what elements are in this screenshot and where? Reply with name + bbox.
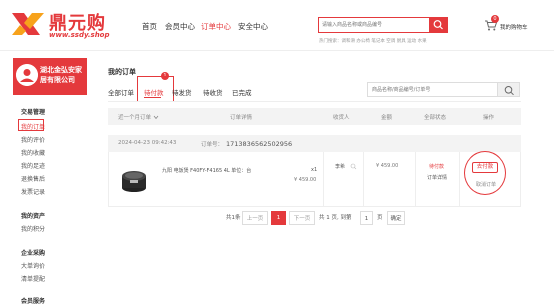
sidebar-section-trade: 交易管理 <box>21 109 46 116</box>
tab-pending-shipment[interactable]: 待发货 <box>172 87 192 97</box>
pager-pages-text: 共 1 页, 到第 <box>319 215 352 221</box>
cart-count-badge: 0 <box>491 15 499 23</box>
order-id: 1713836562502956 <box>226 140 293 148</box>
hot-search: 热门搜索：调和滑 办公椅 笔记本 空调 厨具 运动 水果 <box>319 38 427 44</box>
nav-security-center[interactable]: 安全中心 <box>238 21 268 32</box>
sidebar-item-points[interactable]: 我的积分 <box>21 224 45 233</box>
product-unit-price: ¥ 459.00 <box>294 177 317 183</box>
hot-search-label: 热门搜索： <box>319 39 342 44</box>
column-order-detail: 订单详情 <box>230 115 253 121</box>
order-search-button[interactable] <box>498 82 520 97</box>
col-divider <box>459 152 460 207</box>
receiver-name-text: 李希 <box>335 164 346 170</box>
pager-next-button[interactable]: 下一页 <box>289 211 315 225</box>
column-action: 操作 <box>483 115 495 121</box>
tabs-divider <box>108 101 521 102</box>
pager-confirm-button[interactable]: 确定 <box>387 211 405 225</box>
brand-logo-icon[interactable] <box>10 11 46 37</box>
tab-completed[interactable]: 已完成 <box>232 87 252 97</box>
table-header <box>108 108 521 125</box>
pager-current-page[interactable]: 1 <box>271 211 286 225</box>
order-status: 待付款 <box>429 164 445 170</box>
search-box <box>318 17 429 33</box>
user-icon <box>350 163 356 170</box>
sidebar-item-returns[interactable]: 退换售后 <box>21 174 45 183</box>
sidebar-section-procurement: 企业采购 <box>21 250 46 257</box>
product-quantity: x1 <box>311 167 318 173</box>
sidebar-item-bulk-inquiry[interactable]: 大单询价 <box>21 261 45 270</box>
sidebar-section-member-service: 会员服务 <box>21 298 46 305</box>
nav-home[interactable]: 首页 <box>142 21 157 32</box>
col-divider <box>363 152 364 207</box>
sidebar-item-list-match[interactable]: 清单提配 <box>21 274 45 283</box>
tab-pending-receipt[interactable]: 待收货 <box>203 87 223 97</box>
col-divider <box>415 152 416 207</box>
search-input[interactable] <box>319 18 429 32</box>
column-receiver: 收货人 <box>333 115 350 121</box>
pager-prev-button[interactable]: 上一页 <box>242 211 268 225</box>
avatar[interactable] <box>16 64 38 86</box>
receiver-name: 李希 <box>335 163 357 170</box>
period-filter[interactable]: 近一个月订单 <box>118 113 159 121</box>
highlight-box-pending-tab <box>137 76 174 102</box>
pager-total: 共1条 <box>226 215 241 221</box>
cart-link[interactable]: 我的购物车 <box>500 23 528 31</box>
period-filter-label: 近一个月订单 <box>118 115 152 121</box>
sidebar-section-assets: 我的资产 <box>21 213 46 220</box>
order-search-box <box>367 82 498 97</box>
company-name: 湖北金弘安家居有限公司 <box>40 66 82 84</box>
page-title: 我的订单 <box>108 68 136 76</box>
brand-url: www.ssdy.shop <box>49 31 110 39</box>
sidebar-item-my-reviews[interactable]: 我的评价 <box>21 135 45 144</box>
order-detail-link[interactable]: 订单详情 <box>427 174 447 181</box>
header-divider <box>0 50 554 51</box>
nav-member-center[interactable]: 会员中心 <box>165 21 195 32</box>
status-filter[interactable]: 全部状态 <box>424 113 446 121</box>
product-image-rice-cooker[interactable] <box>117 164 151 195</box>
product-name[interactable]: 九阳 电饭煲 F40FY-F4165 4L 单位：台 <box>162 167 262 175</box>
hot-search-words[interactable]: 调和滑 办公椅 笔记本 空调 厨具 运动 水果 <box>342 39 427 44</box>
search-icon <box>433 20 443 30</box>
sidebar-item-invoices[interactable]: 发票记录 <box>21 187 45 196</box>
search-icon <box>504 86 514 96</box>
sidebar-item-footprints[interactable]: 我的足迹 <box>21 161 45 170</box>
tab-all-orders[interactable]: 全部订单 <box>108 87 134 97</box>
nav-order-center[interactable]: 订单中心 <box>201 21 231 32</box>
highlight-ellipse-pay <box>464 151 506 195</box>
order-amount: ¥ 459.00 <box>376 163 399 169</box>
order-id-label: 订单号： <box>201 142 224 148</box>
search-button[interactable] <box>429 17 448 33</box>
order-time: 2024-04-23 09:42:43 <box>118 140 177 146</box>
highlight-box-my-orders <box>18 119 44 131</box>
order-search-input[interactable] <box>368 83 497 96</box>
col-divider <box>323 152 324 207</box>
chevron-down-icon <box>153 115 159 120</box>
sidebar-item-favorites[interactable]: 我的收藏 <box>21 148 45 157</box>
column-amount: 金额 <box>381 115 393 121</box>
pager-page-input[interactable]: 1 <box>360 211 373 225</box>
pager-page-unit: 页 <box>377 215 383 221</box>
